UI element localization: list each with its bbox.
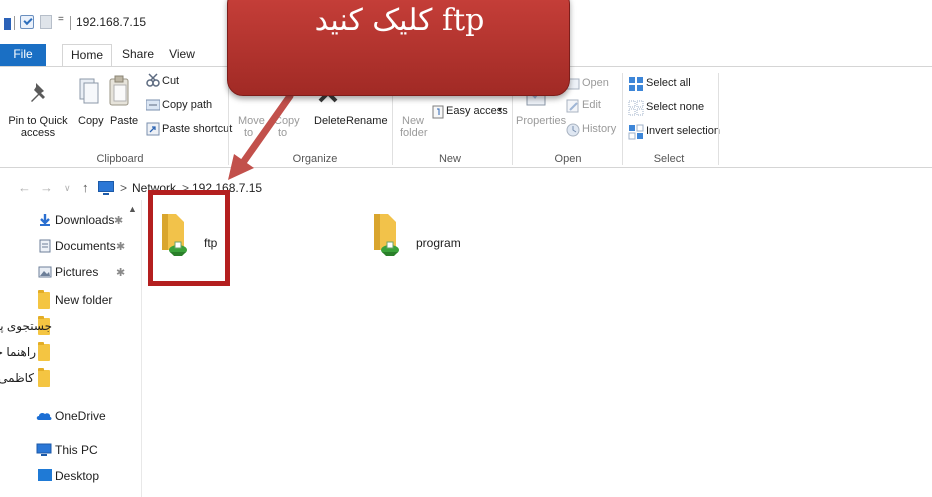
navigation-pane: ▲ Downloads ✱ Documents ✱ Pictures ✱ New…	[0, 200, 142, 497]
nav-item-new-folder[interactable]: New folder	[0, 288, 142, 314]
highlight-box	[148, 190, 230, 286]
open-group-label: Open	[554, 153, 582, 165]
chevron-down-icon: ▾	[498, 105, 503, 114]
select-group-label: Select	[653, 153, 685, 165]
tab-share[interactable]: Share	[116, 44, 160, 66]
pin-to-quick-access-label[interactable]: Pin to Quick	[6, 115, 70, 127]
properties-button[interactable]: Properties	[516, 115, 566, 127]
recent-locations-icon[interactable]: ∨	[64, 183, 71, 194]
forward-icon[interactable]: →	[40, 180, 53, 195]
nav-item-label: Downloads	[55, 213, 115, 227]
folder-icon	[38, 368, 50, 387]
network-computer-icon	[98, 181, 114, 195]
cut-icon	[146, 73, 160, 87]
nav-item-label: Desktop	[55, 469, 100, 483]
desktop-icon	[38, 469, 52, 481]
file-explorer-window: = 192.168.7.15 File Home Share View Pin …	[0, 0, 932, 497]
pin-icon	[31, 83, 45, 102]
select-none-icon	[628, 100, 644, 116]
nav-item-label: جستجوی پایان نامه	[0, 319, 52, 333]
group-separator	[622, 73, 623, 165]
new-group-label: New	[438, 153, 461, 165]
nav-item-onedrive[interactable]: OneDrive	[0, 404, 142, 430]
paste-button[interactable]: Paste	[110, 115, 138, 127]
new-folder-button[interactable]: New	[402, 115, 424, 127]
this-pc-icon	[36, 443, 52, 456]
file-list: ftp program	[142, 200, 932, 497]
clipboard-group-label: Clipboard	[96, 153, 144, 165]
select-all-button[interactable]: Select all	[646, 77, 691, 89]
pin-icon: ✱	[114, 215, 124, 227]
edit-icon	[566, 99, 579, 113]
pictures-icon	[38, 266, 52, 278]
arrow-icon	[228, 92, 294, 180]
toolbar-separator	[70, 16, 71, 30]
toolbar-separator	[14, 16, 15, 30]
nav-item-desktop[interactable]: Desktop	[0, 464, 142, 490]
edit-button[interactable]: Edit	[582, 99, 601, 111]
select-all-icon	[629, 77, 643, 91]
nav-item-label: Documents	[55, 239, 116, 253]
folder-icon	[38, 290, 50, 309]
paste-shortcut-icon	[146, 122, 160, 136]
pin-icon: ✱	[116, 241, 126, 253]
folder-icon[interactable]	[4, 18, 11, 30]
back-icon[interactable]: ←	[18, 180, 31, 195]
delete-button[interactable]: Delete	[314, 115, 346, 127]
nav-item-pictures[interactable]: Pictures ✱	[0, 260, 142, 286]
download-icon	[40, 214, 50, 226]
nav-item-label: Pictures	[55, 265, 99, 279]
nav-item-thesis-search[interactable]: جستجوی پایان نامه	[0, 314, 142, 340]
nav-item-documents[interactable]: Documents ✱	[0, 234, 142, 260]
pin-icon: ✱	[116, 267, 126, 279]
cut-button[interactable]: Cut	[162, 75, 179, 87]
nav-item-label: New folder	[55, 293, 113, 307]
tab-view[interactable]: View	[164, 44, 200, 66]
invert-selection-button[interactable]: Invert selection	[646, 125, 720, 137]
callout-text: ftp کلیک کنید	[314, 3, 485, 38]
new-folder-button-2[interactable]: folder	[400, 127, 428, 139]
file-name: program	[416, 236, 461, 250]
customize-toolbar-dropdown[interactable]: =	[58, 14, 64, 30]
history-icon	[566, 123, 580, 137]
document-icon	[39, 239, 51, 253]
copy-path-icon	[146, 99, 160, 111]
properties-icon[interactable]	[20, 15, 34, 29]
window-title: 192.168.7.15	[76, 15, 147, 29]
list-item[interactable]: program	[370, 212, 480, 272]
nav-item-this-pc[interactable]: This PC	[0, 438, 142, 464]
invert-selection-icon	[628, 124, 644, 140]
pin-to-quick-access-label-2[interactable]: access	[6, 127, 70, 139]
annotation-callout: ftp کلیک کنید	[227, 0, 570, 96]
easy-access-icon	[432, 105, 444, 119]
tab-file[interactable]: File	[0, 44, 46, 66]
nav-item-kazemi[interactable]: کاظمی	[0, 366, 142, 392]
network-folder-icon	[374, 214, 399, 256]
copy-icon	[79, 78, 99, 104]
group-separator	[718, 73, 719, 165]
copy-path-button[interactable]: Copy path	[162, 99, 212, 111]
tab-home[interactable]: Home	[62, 44, 112, 66]
rename-button[interactable]: Rename	[346, 115, 388, 127]
open-button[interactable]: Open	[582, 77, 609, 89]
address-bar: ← → ∨ ↑ > Network > 192.168.7.15	[0, 176, 932, 200]
nav-item-downloads[interactable]: Downloads ✱	[0, 208, 142, 234]
new-folder-icon[interactable]	[40, 15, 52, 29]
select-none-button[interactable]: Select none	[646, 101, 704, 113]
onedrive-icon	[36, 412, 52, 420]
nav-item-search-guide[interactable]: راهنما جستجو	[0, 340, 142, 366]
up-icon[interactable]: ↑	[82, 180, 89, 195]
nav-item-label: راهنما جستجو	[0, 345, 36, 359]
folder-icon	[38, 342, 50, 361]
history-button[interactable]: History	[582, 123, 616, 135]
nav-item-label: This PC	[55, 443, 98, 457]
paste-icon	[109, 75, 129, 106]
breadcrumb-separator: >	[120, 181, 128, 195]
copy-button[interactable]: Copy	[78, 115, 104, 127]
nav-item-label: کاظمی	[0, 371, 34, 385]
nav-item-label: OneDrive	[55, 409, 106, 423]
